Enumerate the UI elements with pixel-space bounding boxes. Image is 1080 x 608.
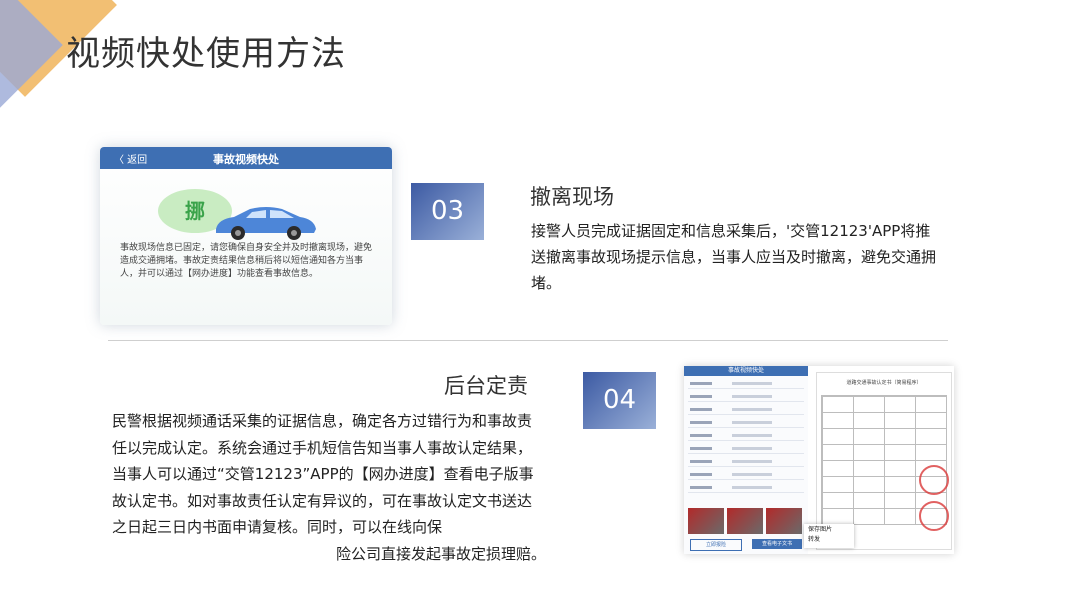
menu-item-save-image[interactable]: 保存图片 — [808, 525, 850, 535]
menu-item-forward[interactable]: 转发 — [808, 535, 850, 545]
form-row — [688, 432, 804, 441]
official-seal — [919, 465, 949, 495]
screen-message: 事故现场信息已固定，请您确保自身安全并及时撤离现场，避免造成交通拥堵。事故定责结… — [120, 243, 373, 279]
step03-phone-screenshot: 〈 返回 事故视频快处 挪 事故现场信息已固定，请您确保自身安全并及时撤离现场，… — [100, 147, 392, 325]
step04-description: 民警根据视频通话采集的证据信息，确定各方过错行为和事故责任以完成认定。系统会通过… — [112, 408, 546, 567]
document-title: 道路交通事故认定书（简易程序） — [846, 380, 922, 386]
form-row — [688, 445, 804, 454]
app-header: 〈 返回 事故视频快处 — [100, 147, 392, 169]
step04-screenshot: 事故视频快处 立即报险 查看电子文书 道路交通事故认定书（简易程序） 保存图片 … — [684, 366, 954, 554]
car-icon — [216, 207, 316, 240]
photo-thumb[interactable] — [688, 508, 724, 534]
form-row — [688, 406, 804, 415]
view-document-button[interactable]: 查看电子文书 — [752, 539, 802, 549]
section-divider — [108, 340, 948, 341]
photo-thumb[interactable] — [727, 508, 763, 534]
photo-thumb[interactable] — [766, 508, 802, 534]
step04-number-badge: 04 — [583, 372, 656, 429]
evidence-photos — [688, 508, 805, 538]
form-title: 事故视频快处 — [684, 366, 808, 376]
context-menu: 保存图片 转发 — [804, 524, 854, 548]
form-row — [688, 419, 804, 428]
official-seal — [919, 501, 949, 531]
page-title: 视频快处使用方法 — [66, 34, 346, 74]
case-form: 事故视频快处 立即报险 查看电子文书 — [684, 366, 808, 554]
step04-description-line1: 民警根据视频通话采集的证据信息，确定各方过错行为和事故责任以完成认定。系统会通过… — [112, 412, 534, 536]
screen-title: 事故视频快处 — [213, 153, 279, 166]
step03-heading: 撤离现场 — [530, 185, 614, 209]
form-row — [688, 393, 804, 402]
form-row — [688, 458, 804, 467]
step03-description: 接警人员完成证据固定和信息采集后，'交管12123'APP将推送撤离事故现场提示… — [531, 222, 937, 292]
step03-number-badge: 03 — [411, 183, 484, 240]
form-row — [688, 484, 804, 493]
step04-heading: 后台定责 — [444, 374, 528, 398]
form-row — [688, 471, 804, 480]
step04-description-line2: 险公司直接发起事故定损理赔。 — [335, 544, 546, 563]
report-insurance-button[interactable]: 立即报险 — [690, 539, 742, 551]
form-row — [688, 380, 804, 389]
